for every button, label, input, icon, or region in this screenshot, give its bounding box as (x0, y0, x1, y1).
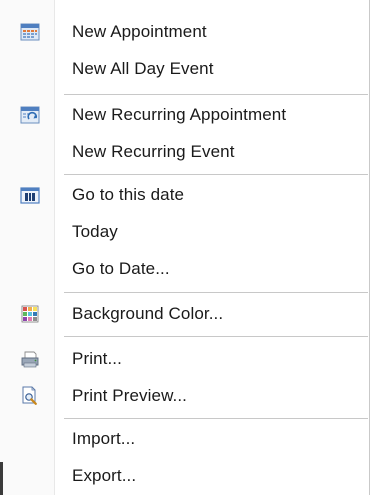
menu-separator (64, 418, 368, 419)
color-grid-icon (20, 304, 40, 324)
menu-item-new-recurring-appointment[interactable]: New Recurring Appointment (0, 97, 368, 133)
menu-item-new-all-day-event[interactable]: New All Day Event (0, 51, 368, 87)
menu-item-label: New Recurring Event (72, 142, 235, 161)
menu-item-go-to-this-date[interactable]: Go to this date (0, 177, 368, 213)
menu-item-label: Print... (72, 349, 122, 368)
menu-item-label: New All Day Event (72, 59, 214, 78)
menu-item-label: New Appointment (72, 22, 207, 41)
menu-separator (64, 94, 368, 95)
menu-item-import[interactable]: Import... (0, 421, 368, 457)
printer-icon (20, 349, 40, 369)
menu-separator (64, 292, 368, 293)
menu-item-print[interactable]: Print... (0, 341, 368, 377)
menu-item-label: Go to Date... (72, 259, 170, 278)
menu-item-go-to-date[interactable]: Go to Date... (0, 251, 368, 287)
menu-item-today[interactable]: Today (0, 214, 368, 250)
print-preview-icon (20, 386, 40, 406)
menu-item-label: Go to this date (72, 185, 185, 204)
calendar-icon (20, 22, 40, 42)
menu-item-print-preview[interactable]: Print Preview... (0, 378, 368, 414)
menu-separator (64, 174, 368, 175)
menu-separator (64, 336, 368, 337)
menu-item-label: Today (72, 222, 118, 241)
menu-item-background-color[interactable]: Background Color... (0, 296, 368, 332)
go-to-date-icon (20, 185, 40, 205)
menu-item-new-recurring-event[interactable]: New Recurring Event (0, 134, 368, 170)
menu-item-label: Background Color... (72, 304, 224, 323)
menu-item-new-appointment[interactable]: New Appointment (0, 14, 368, 50)
menu-item-label: Import... (72, 429, 136, 448)
menu-item-label: New Recurring Appointment (72, 105, 287, 124)
recurring-calendar-icon (20, 105, 40, 125)
menu-item-export[interactable]: Export... (0, 458, 368, 494)
menu-item-label: Export... (72, 466, 137, 485)
menu-item-label: Print Preview... (72, 386, 187, 405)
context-menu: New Appointment New All Day Event New Re… (0, 0, 370, 495)
